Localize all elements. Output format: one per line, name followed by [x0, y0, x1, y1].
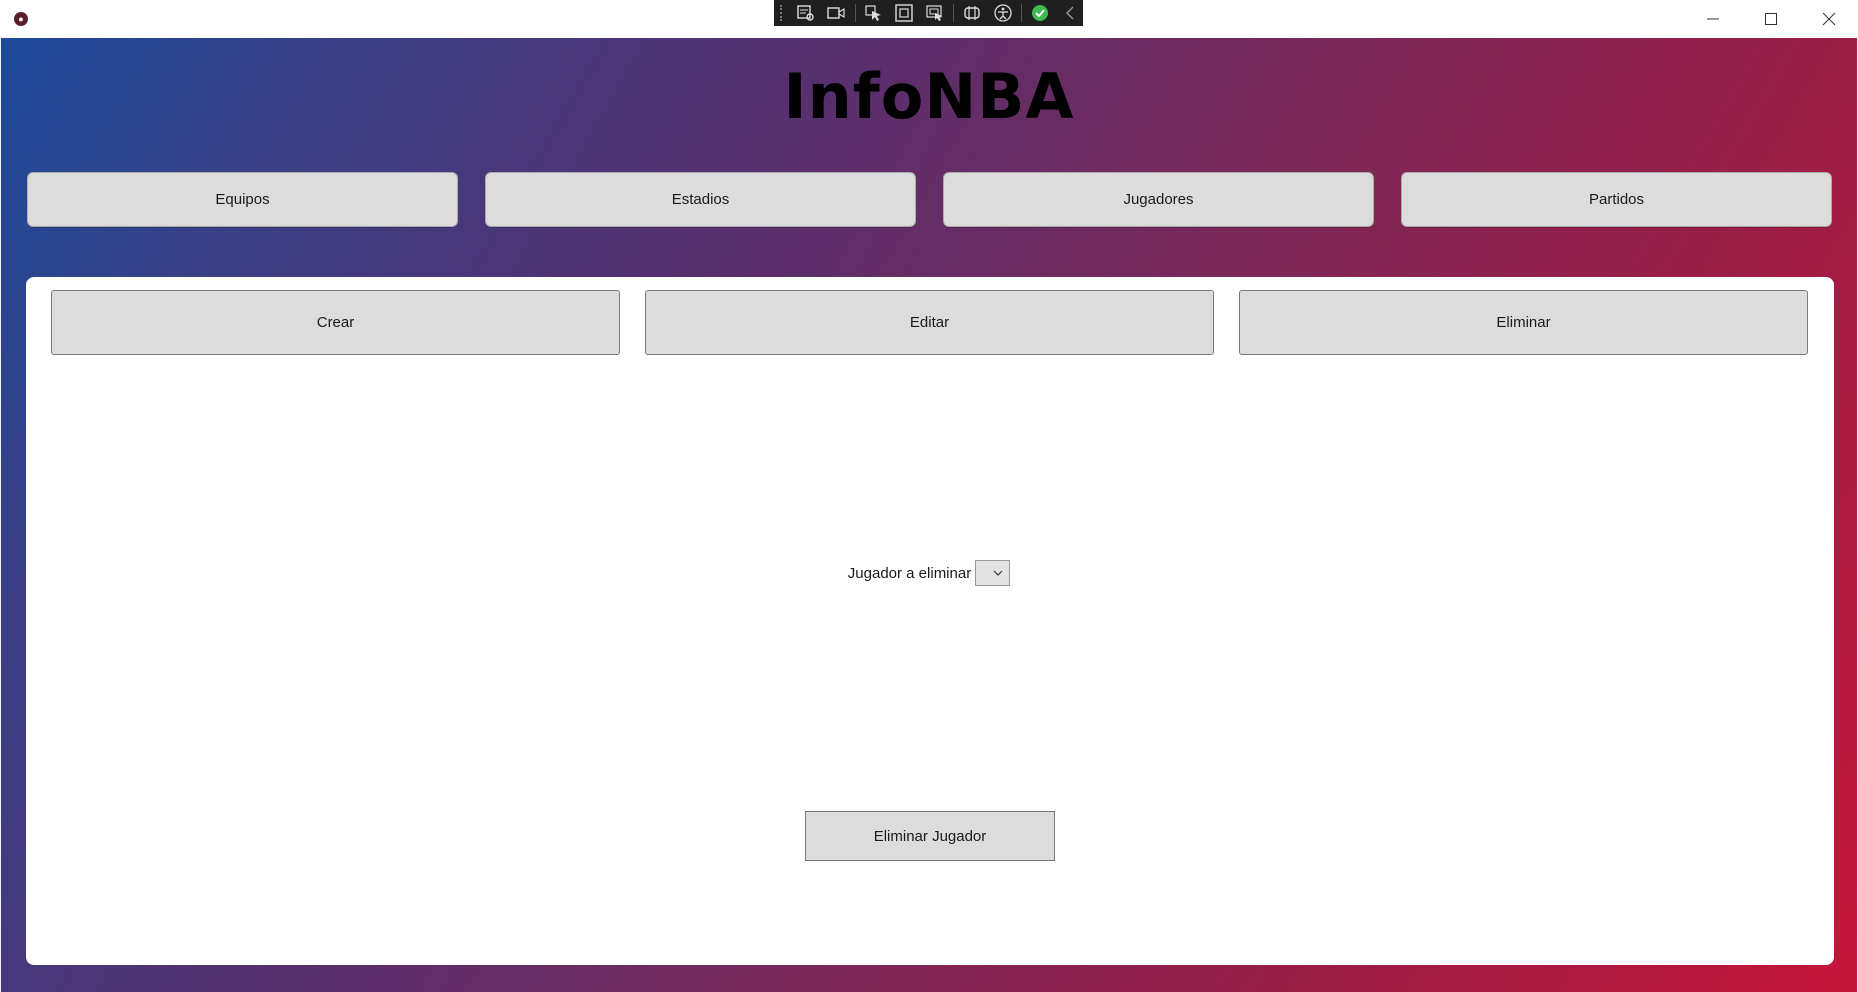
toolbar-separator [854, 4, 856, 22]
toolbar-separator [953, 4, 954, 22]
track-focus-icon[interactable] [923, 2, 948, 24]
close-icon[interactable] [1800, 0, 1858, 38]
nav-jugadores-button[interactable]: Jugadores [943, 172, 1374, 227]
content-panel: Crear Editar Eliminar Jugador a eliminar… [26, 277, 1834, 965]
check-icon[interactable] [1028, 2, 1053, 24]
player-select-dropdown[interactable] [975, 560, 1011, 586]
live-visual-tree-icon[interactable] [794, 2, 819, 24]
nav-partidos-button[interactable]: Partidos [1401, 172, 1832, 227]
app-icon: ● [14, 12, 28, 26]
collapse-chevron-icon[interactable] [1059, 2, 1084, 24]
display-layout-adorners-icon[interactable] [892, 2, 917, 24]
crear-button[interactable]: Crear [51, 290, 620, 355]
page-title: InfoNBA [783, 60, 1075, 133]
nav-estadios-button[interactable]: Estadios [485, 172, 916, 227]
editar-button[interactable]: Editar [645, 290, 1214, 355]
app-window: ● InfoNBA Equipos Estadios Jugadores Par… [0, 0, 1858, 992]
xaml-debug-toolbar [774, 0, 1083, 26]
accessibility-icon[interactable] [991, 2, 1016, 24]
title-bar[interactable]: ● [0, 0, 1858, 39]
chevron-down-icon [993, 570, 1003, 576]
maximize-icon[interactable] [1742, 0, 1800, 38]
nav-equipos-button[interactable]: Equipos [27, 172, 458, 227]
eliminar-button[interactable]: Eliminar [1239, 290, 1808, 355]
main-nav: Equipos Estadios Jugadores Partidos [27, 172, 1833, 228]
eliminar-jugador-button[interactable]: Eliminar Jugador [805, 811, 1055, 861]
select-element-icon[interactable] [861, 2, 886, 24]
player-select-row: Jugador a eliminar [26, 560, 1834, 586]
binding-failures-icon[interactable] [960, 2, 985, 24]
toolbar-grip[interactable] [780, 5, 786, 21]
minimize-icon[interactable] [1684, 0, 1742, 38]
app-content: InfoNBA Equipos Estadios Jugadores Parti… [1, 38, 1857, 992]
toolbar-separator [1021, 4, 1022, 22]
player-select-label: Jugador a eliminar [847, 564, 972, 582]
record-icon[interactable] [824, 2, 849, 24]
window-controls [1684, 0, 1858, 38]
